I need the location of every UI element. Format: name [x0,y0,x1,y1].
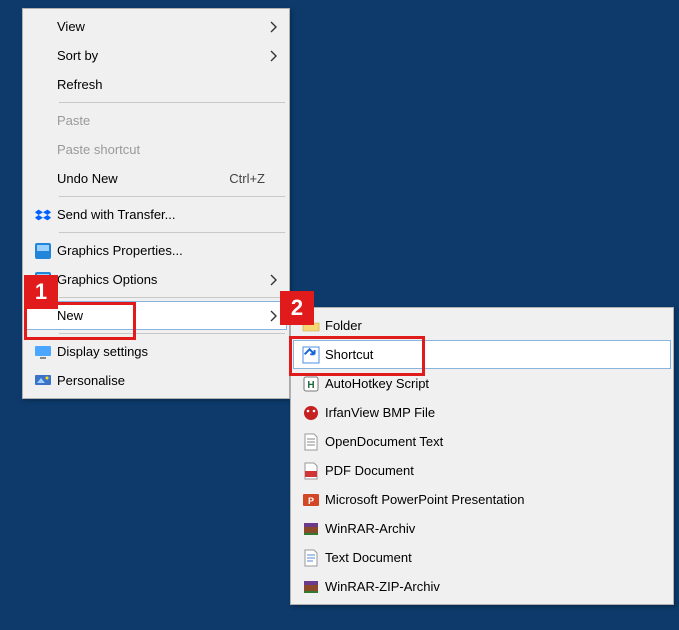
menu-label: Refresh [57,77,283,92]
chevron-right-icon [265,274,283,286]
menu-label: Paste [57,113,283,128]
menu-item-paste-shortcut: Paste shortcut [25,135,287,164]
menu-shortcut: Ctrl+Z [229,171,283,186]
submenu-item-autohotkey[interactable]: H AutoHotkey Script [293,369,671,398]
menu-label: Graphics Properties... [57,243,283,258]
menu-label: OpenDocument Text [325,434,667,449]
submenu-item-opendocument-text[interactable]: OpenDocument Text [293,427,671,456]
personalise-icon [29,372,57,390]
menu-label: Send with Transfer... [57,207,283,222]
menu-label: New [57,308,265,323]
display-settings-icon [29,343,57,361]
menu-label: Shortcut [325,347,667,362]
menu-separator [59,102,285,103]
menu-item-graphics-options[interactable]: Graphics Options [25,265,287,294]
menu-label: View [57,19,265,34]
submenu-item-powerpoint[interactable]: P Microsoft PowerPoint Presentation [293,485,671,514]
submenu-item-irfanview-bmp[interactable]: IrfanView BMP File [293,398,671,427]
menu-label: WinRAR-ZIP-Archiv [325,579,667,594]
menu-separator [59,297,285,298]
powerpoint-icon: P [297,491,325,509]
menu-item-graphics-properties[interactable]: Graphics Properties... [25,236,287,265]
menu-item-sort-by[interactable]: Sort by [25,41,287,70]
shortcut-icon [297,346,325,364]
annotation-marker-1: 1 [24,275,58,309]
pdf-icon [297,462,325,480]
menu-label: AutoHotkey Script [325,376,667,391]
menu-separator [59,232,285,233]
autohotkey-icon: H [297,375,325,393]
menu-label: Undo New [57,171,229,186]
menu-item-personalise[interactable]: Personalise [25,366,287,395]
menu-label: IrfanView BMP File [325,405,667,420]
submenu-item-pdf[interactable]: PDF Document [293,456,671,485]
menu-label: Graphics Options [57,272,265,287]
menu-label: Microsoft PowerPoint Presentation [325,492,667,507]
winrar-icon [297,520,325,538]
menu-item-refresh[interactable]: Refresh [25,70,287,99]
menu-item-undo-new[interactable]: Undo New Ctrl+Z [25,164,287,193]
menu-separator [59,196,285,197]
chevron-right-icon [265,21,283,33]
menu-item-send-with-transfer[interactable]: Send with Transfer... [25,200,287,229]
chevron-right-icon [265,50,283,62]
submenu-item-text-document[interactable]: Text Document [293,543,671,572]
menu-label: Sort by [57,48,265,63]
svg-text:H: H [307,380,314,391]
menu-item-display-settings[interactable]: Display settings [25,337,287,366]
menu-separator [59,333,285,334]
menu-label: Display settings [57,344,283,359]
menu-label: WinRAR-Archiv [325,521,667,536]
new-submenu: Folder Shortcut H AutoHotkey Script Irfa… [290,307,674,605]
menu-item-new[interactable]: New [25,301,287,330]
submenu-item-shortcut[interactable]: Shortcut [293,340,671,369]
irfanview-icon [297,404,325,422]
submenu-item-winrar-zip[interactable]: WinRAR-ZIP-Archiv [293,572,671,601]
svg-text:P: P [308,496,314,506]
menu-label: Personalise [57,373,283,388]
menu-label: PDF Document [325,463,667,478]
desktop-context-menu: View Sort by Refresh Paste Paste shortcu… [22,8,290,399]
submenu-item-winrar[interactable]: WinRAR-Archiv [293,514,671,543]
graphics-properties-icon [29,242,57,260]
menu-label: Paste shortcut [57,142,283,157]
text-document-icon [297,549,325,567]
dropbox-icon [29,206,57,224]
menu-label: Folder [325,318,667,333]
winrar-zip-icon [297,578,325,596]
submenu-item-folder[interactable]: Folder [293,311,671,340]
menu-item-view[interactable]: View [25,12,287,41]
document-icon [297,433,325,451]
menu-item-paste: Paste [25,106,287,135]
menu-label: Text Document [325,550,667,565]
annotation-marker-2: 2 [280,291,314,325]
